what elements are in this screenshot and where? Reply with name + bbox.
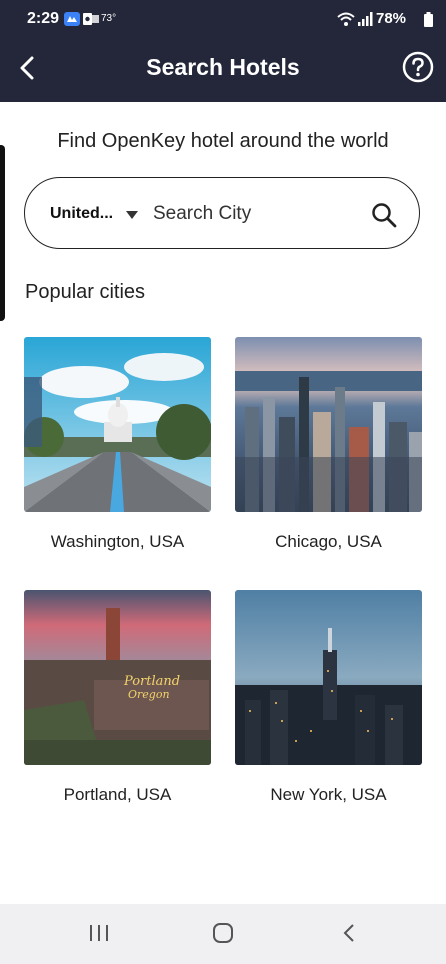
portland-image: Portland Oregon — [24, 590, 211, 765]
status-bar: 2:29 73° 78% — [0, 0, 446, 40]
svg-text:Oregon: Oregon — [128, 688, 170, 701]
search-city-input[interactable] — [153, 200, 353, 228]
chicago-image — [235, 337, 422, 512]
outlook-icon — [83, 13, 99, 25]
country-selector[interactable]: United... — [50, 205, 113, 223]
page-subtitle: Find OpenKey hotel around the world — [57, 130, 389, 152]
city-label: Chicago, USA — [275, 532, 382, 551]
svg-text:Portland: Portland — [123, 674, 180, 689]
back-icon[interactable] — [339, 922, 361, 944]
status-time: 2:29 — [27, 10, 60, 27]
signal-icon — [358, 12, 373, 26]
new-york-image — [235, 590, 422, 765]
battery-percent: 78% — [376, 10, 407, 27]
status-temperature: 73° — [101, 13, 117, 24]
system-nav-bar — [0, 904, 446, 964]
home-icon[interactable] — [212, 922, 234, 944]
app-notification-icon — [64, 12, 80, 26]
screen-edge-handle — [0, 145, 5, 321]
city-label: New York, USA — [270, 785, 387, 804]
recent-apps-icon[interactable] — [88, 922, 110, 944]
city-card-portland[interactable]: Portland Oregon Portland, USA — [24, 590, 211, 805]
chevron-down-icon[interactable] — [126, 211, 138, 219]
popular-cities-heading: Popular cities — [25, 281, 146, 303]
city-card-new-york[interactable]: New York, USA — [235, 590, 422, 805]
city-card-washington[interactable]: Washington, USA — [24, 337, 211, 552]
app-bar: Search Hotels — [0, 40, 446, 102]
help-circle-icon[interactable] — [402, 51, 434, 83]
city-label: Portland, USA — [63, 785, 172, 804]
city-card-chicago[interactable]: Chicago, USA — [235, 337, 422, 552]
page-title: Search Hotels — [146, 54, 300, 80]
city-label: Washington, USA — [50, 532, 185, 551]
battery-icon — [424, 12, 433, 27]
search-icon[interactable] — [371, 202, 397, 228]
search-bar: United... — [24, 177, 420, 249]
wifi-icon — [337, 12, 355, 26]
washington-image — [24, 337, 211, 512]
